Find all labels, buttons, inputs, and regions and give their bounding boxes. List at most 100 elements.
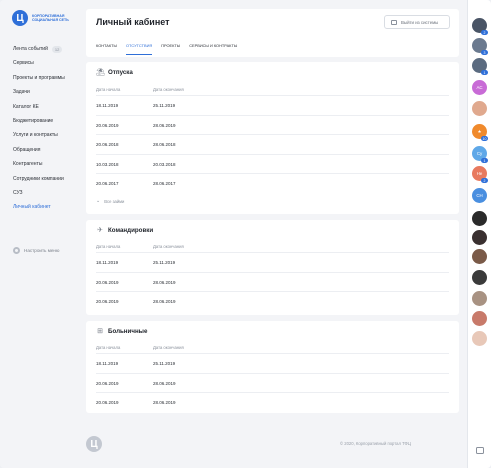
contact-avatar[interactable]: 2 [472, 18, 488, 35]
sidebar-item-label: Лента событий [13, 46, 48, 52]
table-row: 18.11.2019 25.11.2019 [96, 252, 449, 272]
col-start-header: Дата начала [96, 244, 121, 249]
col-end-header: Дата окончания [153, 345, 184, 350]
table-row: 20.06.2019 28.06.2019 [96, 114, 449, 135]
contact-avatar[interactable] [472, 311, 487, 326]
sidebar-item-label: Бюджетирование [13, 117, 54, 124]
tab[interactable]: КОНТАКТЫ [96, 41, 117, 55]
end-date-cell: 28.06.2019 [153, 299, 176, 304]
table-row: 18.11.2019 25.11.2019 [96, 95, 449, 115]
customize-menu-link[interactable]: Настроить меню [13, 247, 59, 254]
contact-avatar[interactable]: Су 1 [472, 146, 488, 163]
contact-avatar[interactable]: СН [472, 188, 487, 203]
page-title: Личный кабинет [96, 17, 170, 27]
chevron-down-icon: ⌄ [96, 198, 101, 204]
sidebar-item-label: Услуги и контракты [13, 132, 58, 139]
end-date-cell: 28.06.2019 [153, 400, 176, 405]
sick-title: ⊞ Больничные [96, 328, 147, 335]
vacations-card: ⛱ Отпуска Дата начала Дата окончания ⌄ В… [86, 62, 459, 214]
contact-avatar[interactable] [472, 249, 487, 264]
trips-title: ✈ Командировки [96, 227, 153, 234]
sidebar-item[interactable]: Обращения [13, 143, 79, 157]
table-row: 18.11.2019 25.11.2019 [96, 353, 449, 373]
sidebar-item[interactable]: Сервисы [13, 56, 79, 70]
contact-avatar[interactable] [472, 230, 487, 245]
tab[interactable]: СЕРВИСЫ И КОНТРАКТЫ [189, 41, 237, 55]
start-date-cell: 18.11.2019 [96, 103, 119, 108]
sidebar-item[interactable]: Сотрудники компании [13, 172, 79, 186]
end-date-cell: 25.11.2019 [153, 361, 176, 366]
sidebar-item[interactable]: Задачи [13, 85, 79, 99]
contact-avatar[interactable]: ★ 10 [472, 124, 488, 141]
logout-icon [391, 19, 397, 25]
end-date-cell: 25.11.2019 [153, 103, 176, 108]
start-date-cell: 20.06.2017 [96, 181, 119, 186]
page-header: Личный кабинет Выйти из системы КОНТАКТЫ… [86, 9, 459, 57]
end-date-cell: 25.11.2019 [153, 260, 176, 265]
profile-tabs: КОНТАКТЫ ОТСУТСТВИЯ ПРОЕКТЫ СЕРВИСЫ И КОНТР… [96, 41, 246, 55]
contact-avatar[interactable] [472, 291, 487, 306]
brand-logo[interactable]: Ц КОРПОРАТИВНАЯ СОЦИАЛЬНАЯ СЕТЬ [12, 10, 76, 26]
sidebar-item[interactable]: Проекты и программы [13, 71, 79, 85]
unread-count-badge: 2 [481, 178, 488, 183]
end-date-cell: 28.06.2017 [153, 181, 176, 186]
main-nav: Лента событий 12 Сервисы Проекты и программ… [13, 42, 79, 215]
contact-avatar[interactable] [472, 211, 487, 226]
sidebar-item[interactable]: Лента событий 12 [13, 42, 79, 56]
contact-avatar[interactable]: АС [472, 80, 487, 95]
sidebar-item[interactable]: СУЗ [13, 186, 79, 200]
table-row: 20.06.2019 28.06.2019 [96, 372, 449, 393]
medical-kit-icon: ⊞ [97, 328, 103, 335]
airplane-icon: ✈ [97, 227, 103, 234]
sick-title-text: Больничные [108, 328, 148, 335]
sidebar-item[interactable]: Каталог КЕ [13, 100, 79, 114]
contact-avatar[interactable] [472, 101, 487, 116]
logo-text: КОРПОРАТИВНАЯ СОЦИАЛЬНАЯ СЕТЬ [32, 13, 69, 22]
contact-avatar[interactable]: 3 [472, 38, 488, 55]
unread-count-badge: 2 [481, 30, 488, 35]
start-date-cell: 20.06.2019 [96, 380, 119, 386]
business-trips-card: ✈ Командировки Дата начала Дата окончани… [86, 220, 459, 315]
count-badge: 12 [51, 45, 63, 53]
sidebar-item-label: Каталог КЕ [13, 103, 39, 110]
contact-avatar[interactable] [472, 270, 487, 285]
sidebar-item-label: Задачи [13, 89, 30, 96]
start-date-cell: 20.06.2019 [96, 279, 119, 285]
contacts-rail: 2 3 1 АС ★ 10 Су 1 Не 2 СН [467, 0, 491, 468]
avatar-initials: Не [476, 171, 483, 176]
sidebar-item[interactable]: Личный кабинет [13, 200, 79, 214]
start-date-cell: 20.06.2018 [96, 142, 119, 147]
contact-avatar[interactable] [472, 331, 487, 346]
logout-label: Выйти из системы [401, 19, 439, 25]
sidebar-item[interactable]: Услуги и контракты [13, 128, 79, 142]
avatar-initials: СН [476, 193, 483, 198]
unread-count-badge: 10 [481, 136, 488, 141]
trips-title-text: Командировки [108, 227, 154, 234]
contact-avatar[interactable]: Не 2 [472, 166, 488, 183]
contact-avatar[interactable]: 1 [472, 58, 488, 75]
logout-button[interactable]: Выйти из системы [384, 15, 450, 29]
sidebar-item-label: Проекты и программы [13, 74, 65, 81]
sidebar-item[interactable]: Бюджетирование [13, 114, 79, 128]
tab[interactable]: ОТСУТСТВИЯ [126, 41, 153, 55]
sidebar-item-label: Сотрудники компании [13, 175, 64, 182]
unread-count-badge: 3 [481, 50, 488, 55]
vacations-title: ⛱ Отпуска [96, 69, 133, 76]
end-date-cell: 28.06.2018 [153, 142, 176, 147]
start-date-cell: 20.06.2019 [96, 122, 119, 128]
chat-icon[interactable] [476, 447, 484, 454]
show-all-toggle[interactable]: ⌄ Все займи [96, 198, 124, 204]
app-frame: Ц КОРПОРАТИВНАЯ СОЦИАЛЬНАЯ СЕТЬ Лента со… [0, 0, 491, 468]
end-date-cell: 28.06.2019 [153, 380, 176, 386]
sidebar-item-label: СУЗ [13, 189, 23, 196]
logo-mark-icon: Ц [12, 10, 28, 26]
customize-menu-label: Настроить меню [24, 248, 60, 253]
vacations-title-text: Отпуска [108, 69, 133, 76]
tab[interactable]: ПРОЕКТЫ [161, 41, 180, 55]
start-date-cell: 18.11.2019 [96, 260, 119, 265]
sidebar-item-label: Личный кабинет [13, 204, 51, 211]
start-date-cell: 10.03.2018 [96, 161, 119, 167]
col-start-header: Дата начала [96, 87, 121, 92]
sidebar-item-label: Сервисы [13, 60, 34, 67]
sidebar-item[interactable]: Контрагенты [13, 157, 79, 171]
